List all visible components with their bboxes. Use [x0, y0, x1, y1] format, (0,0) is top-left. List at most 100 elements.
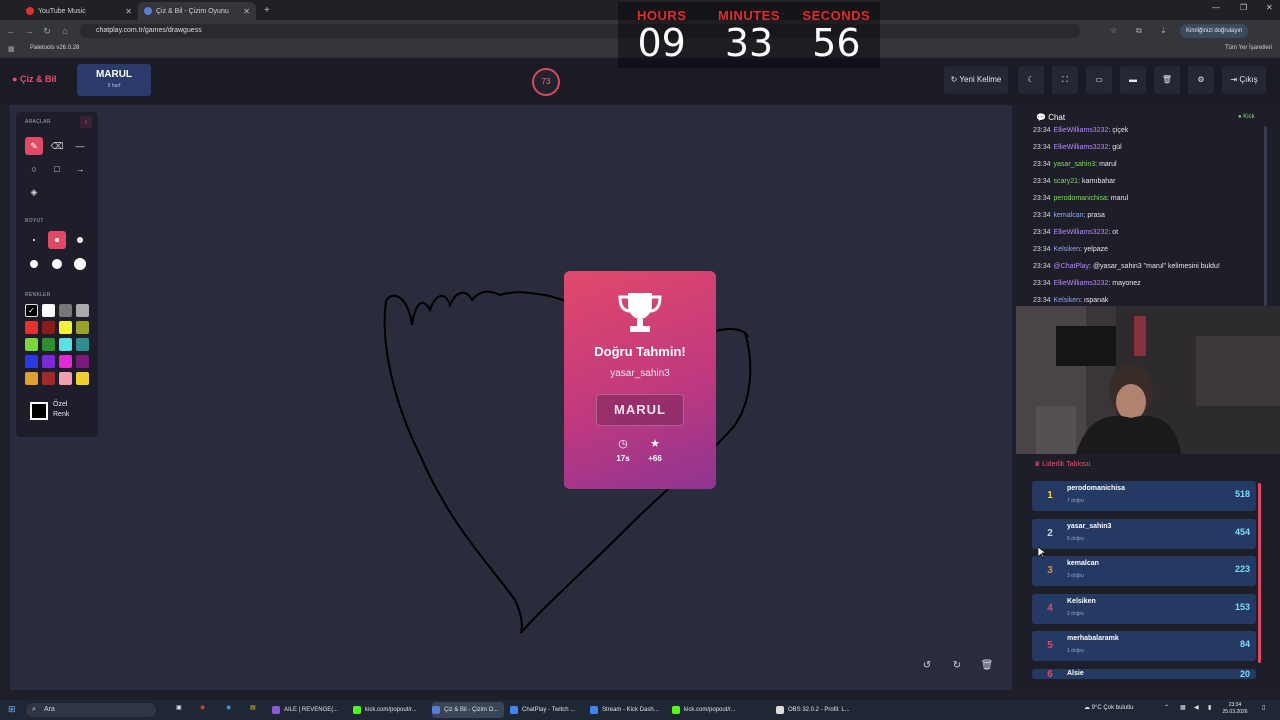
- tab-ciz-bil[interactable]: Çiz & Bil - Çizim Oyunu ✕: [138, 2, 256, 20]
- taskbar-app[interactable]: AILE | REVENGE(...: [272, 702, 348, 718]
- layout-button[interactable]: ▭: [1086, 66, 1112, 94]
- task-view-icon[interactable]: ▣: [176, 704, 182, 711]
- chat-user[interactable]: EllieWilliams3232: [1054, 229, 1109, 236]
- chat-user[interactable]: @ChatPlay: [1054, 263, 1090, 270]
- volume-icon[interactable]: ◀: [1194, 704, 1199, 711]
- color-swatch[interactable]: [76, 338, 89, 351]
- chat-user[interactable]: EllieWilliams3232: [1054, 280, 1109, 287]
- arrow-tool[interactable]: →: [71, 160, 89, 178]
- back-icon[interactable]: ←: [2, 26, 20, 36]
- fill-tool[interactable]: ◈: [25, 183, 43, 201]
- reload-icon[interactable]: ↻: [38, 26, 56, 37]
- color-swatch[interactable]: [25, 372, 38, 385]
- color-swatch[interactable]: [59, 304, 72, 317]
- rectangle-tool[interactable]: □: [48, 160, 66, 178]
- panel-button[interactable]: ▬: [1120, 66, 1146, 94]
- app-logo[interactable]: ● Çiz & Bil: [12, 74, 56, 84]
- color-swatch[interactable]: [76, 304, 89, 317]
- bookmark-paletools[interactable]: Paletools v26.0.28: [30, 45, 79, 51]
- taskbar-app[interactable]: ChatPlay - Twitch ...: [510, 702, 586, 718]
- redo-button[interactable]: ↻: [947, 656, 967, 676]
- size-1[interactable]: [25, 231, 43, 249]
- chat-user[interactable]: Kelsiken: [1054, 297, 1080, 304]
- notification-icon[interactable]: ▯: [1262, 704, 1265, 711]
- line-tool[interactable]: —: [71, 137, 89, 155]
- forward-icon[interactable]: →: [20, 26, 38, 36]
- taskbar-app[interactable]: Stream - Kick Dash...: [590, 702, 666, 718]
- color-swatch[interactable]: [25, 321, 38, 334]
- leaderboard-row[interactable]: 3 kemalcan 3 doğru 223: [1032, 556, 1256, 586]
- leaderboard-row[interactable]: 4 Kelsiken 2 doğru 153: [1032, 593, 1256, 624]
- taskbar-app[interactable]: kick.com/popout/r...: [353, 702, 427, 718]
- clear-button[interactable]: 🗑: [1154, 66, 1180, 94]
- leaderboard-row[interactable]: 6 Alsie 20: [1032, 668, 1256, 679]
- undo-button[interactable]: ↺: [917, 656, 937, 676]
- chat-user[interactable]: yasar_sahin3: [1054, 161, 1096, 168]
- leaderboard-row[interactable]: 5 merhabalaramk 1 doğru 84: [1032, 631, 1256, 661]
- leaderboard-row[interactable]: 1 perodomanichisa 7 doğru 518: [1032, 481, 1256, 511]
- chat-scrollbar[interactable]: [1264, 126, 1267, 306]
- browser-opera-icon[interactable]: ◉: [200, 704, 205, 711]
- circle-tool[interactable]: ○: [25, 160, 43, 178]
- leaderboard-scrollbar[interactable]: [1258, 483, 1261, 663]
- taskbar-app[interactable]: OBS 32.0.2 - Profil: L...: [776, 702, 852, 718]
- chat-user[interactable]: EllieWilliams3232: [1054, 127, 1109, 134]
- leaderboard-row[interactable]: 2 yasar_sahin3 6 doğru 454: [1032, 518, 1256, 549]
- color-swatch[interactable]: [76, 372, 89, 385]
- settings-button[interactable]: ⚙: [1188, 66, 1214, 94]
- size-6[interactable]: [71, 255, 89, 273]
- color-swatch[interactable]: [42, 372, 55, 385]
- size-5[interactable]: [48, 255, 66, 273]
- color-swatch[interactable]: [59, 355, 72, 368]
- color-swatch[interactable]: [59, 338, 72, 351]
- close-icon[interactable]: ✕: [243, 7, 250, 16]
- home-icon[interactable]: ⌂: [56, 26, 74, 36]
- weather-widget[interactable]: ☁ 9°C Çok bulutlu: [1084, 704, 1133, 711]
- apps-grid-icon[interactable]: ▦: [8, 45, 15, 53]
- identity-button[interactable]: Kimliğinizi doğrulayın: [1180, 24, 1249, 38]
- collapse-tools-button[interactable]: ‹: [80, 116, 92, 128]
- extensions-icon[interactable]: ⧉: [1136, 26, 1142, 36]
- taskbar-app[interactable]: kick.com/popout/r...: [672, 702, 746, 718]
- color-swatch[interactable]: [42, 321, 55, 334]
- all-bookmarks[interactable]: Tüm Yer İşaretleri: [1225, 45, 1272, 51]
- eraser-tool[interactable]: ⌫: [48, 137, 66, 155]
- downloads-icon[interactable]: ⇣: [1160, 26, 1167, 35]
- size-3[interactable]: [71, 231, 89, 249]
- color-swatch[interactable]: [76, 355, 89, 368]
- window-close-icon[interactable]: ✕: [1266, 3, 1273, 12]
- drawing-canvas[interactable]: [10, 105, 1012, 690]
- tray-chevron-icon[interactable]: ⌃: [1164, 704, 1169, 711]
- chat-user[interactable]: scary21: [1054, 178, 1079, 185]
- custom-color-button[interactable]: [30, 402, 48, 420]
- color-swatch[interactable]: [25, 338, 38, 351]
- restore-icon[interactable]: ❐: [1240, 3, 1247, 12]
- dark-mode-button[interactable]: ☾: [1018, 66, 1044, 94]
- chat-user[interactable]: Kelsiken: [1054, 246, 1080, 253]
- tab-youtube-music[interactable]: YouTube Music ✕: [20, 2, 138, 20]
- color-swatch[interactable]: [42, 304, 55, 317]
- close-icon[interactable]: ✕: [125, 7, 132, 16]
- edge-icon[interactable]: ◉: [226, 704, 231, 711]
- new-tab-button[interactable]: +: [264, 5, 270, 16]
- windows-start-icon[interactable]: ⊞: [8, 704, 16, 715]
- color-swatch[interactable]: [59, 372, 72, 385]
- exit-button[interactable]: ⇥ Çıkış: [1222, 66, 1266, 94]
- clear-canvas-button[interactable]: 🗑: [977, 656, 997, 676]
- color-swatch[interactable]: [25, 355, 38, 368]
- fullscreen-button[interactable]: ⛶: [1052, 66, 1078, 94]
- color-swatch[interactable]: [76, 321, 89, 334]
- color-swatch[interactable]: [42, 355, 55, 368]
- size-2[interactable]: [48, 231, 66, 249]
- color-swatch[interactable]: ✓: [25, 304, 38, 317]
- color-swatch[interactable]: [59, 321, 72, 334]
- chat-user[interactable]: EllieWilliams3232: [1054, 144, 1109, 151]
- star-icon[interactable]: ☆: [1110, 26, 1117, 35]
- color-swatch[interactable]: [42, 338, 55, 351]
- chat-user[interactable]: kemalcan: [1054, 212, 1084, 219]
- pen-tool[interactable]: ✎: [25, 137, 43, 155]
- system-clock[interactable]: 23:34 25.03.2026: [1222, 702, 1248, 716]
- url-field[interactable]: chatplay.com.tr/games/drawguess: [80, 24, 1080, 38]
- taskbar-search[interactable]: ⌕ Ara: [26, 703, 156, 717]
- file-explorer-icon[interactable]: ▤: [250, 704, 256, 711]
